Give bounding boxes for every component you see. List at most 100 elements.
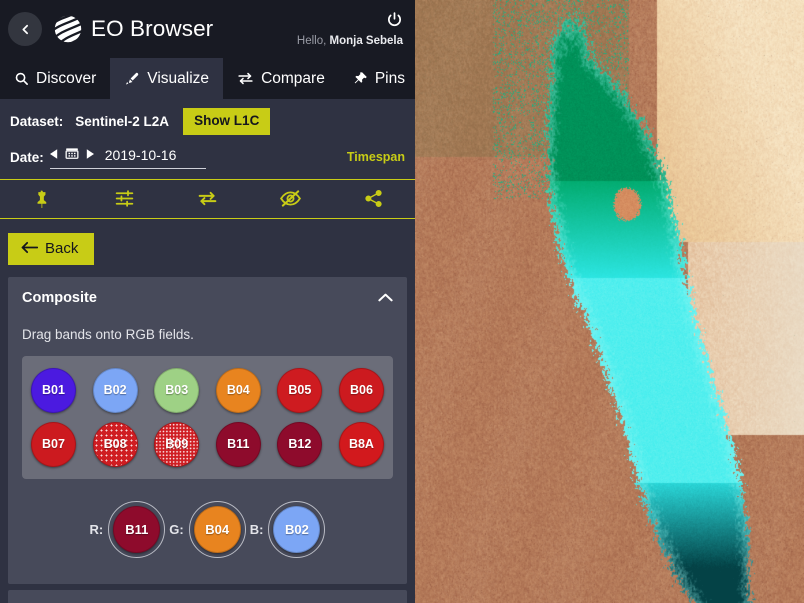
- band-tray: B01 B02 B03 B04 B05 B06 B07 B08 B09 B11 B12 B8A: [22, 355, 393, 479]
- rgb-group-g: G: B04: [169, 500, 246, 558]
- next-card[interactable]: [8, 589, 407, 603]
- toolbar-settings-button[interactable]: [83, 180, 166, 218]
- band-b01[interactable]: B01: [31, 367, 76, 413]
- band-row-1: B01 B02 B03 B04 B05 B06: [31, 367, 384, 413]
- greeting-text: Hello, Monja Sebela: [297, 35, 403, 47]
- band-row-2: B07 B08 B09 B11 B12 B8A: [31, 421, 384, 467]
- toolbar-share-button[interactable]: [332, 180, 415, 218]
- band-label: B11: [227, 437, 250, 452]
- date-value[interactable]: 2019-10-16: [101, 147, 207, 163]
- band-b09[interactable]: B09: [154, 421, 200, 467]
- panel-collapse-button[interactable]: [8, 12, 42, 46]
- toolbar-hide-layer-button[interactable]: [249, 180, 332, 218]
- rgb-slot-g[interactable]: B04: [188, 500, 246, 558]
- toolbar-compare-button[interactable]: [166, 180, 249, 218]
- assigned-band-b02[interactable]: B02: [273, 505, 321, 553]
- header-user-area: Hello, Monja Sebela: [297, 11, 405, 47]
- brush-icon: [124, 71, 140, 87]
- timespan-link[interactable]: Timespan: [347, 150, 405, 164]
- user-name: Monja Sebela: [329, 35, 404, 47]
- band-b03[interactable]: B03: [154, 367, 200, 413]
- band-b06[interactable]: B06: [338, 367, 384, 413]
- dataset-label: Dataset:: [10, 113, 64, 129]
- band-b08[interactable]: B08: [92, 421, 138, 467]
- main-tabs: Discover Visualize Compare Pins: [0, 58, 415, 99]
- band-b12[interactable]: B12: [277, 421, 323, 467]
- composite-card: Composite Drag bands onto RGB fields. B0…: [8, 276, 407, 584]
- eo-browser-app: EO Browser Hello, Monja Sebela Discover …: [0, 0, 804, 603]
- date-picker[interactable]: 2019-10-16: [49, 146, 207, 169]
- tab-discover-label: Discover: [36, 69, 97, 87]
- rgb-channel-label: B:: [249, 521, 264, 537]
- layer-toolbar: [0, 178, 415, 219]
- band-label: B8A: [348, 437, 374, 452]
- band-label: B06: [350, 383, 373, 398]
- assigned-band-label: B04: [205, 521, 230, 537]
- power-icon[interactable]: [386, 11, 403, 33]
- band-label: B05: [288, 383, 312, 398]
- band-b07[interactable]: B07: [31, 421, 76, 467]
- band-label: B01: [42, 383, 65, 398]
- rgb-group-b: B: B02: [249, 500, 326, 558]
- band-label: B02: [103, 383, 127, 398]
- left-panel: EO Browser Hello, Monja Sebela Discover …: [0, 0, 415, 603]
- tab-pins-label: Pins: [374, 69, 405, 87]
- rgb-slot-b[interactable]: B02: [268, 500, 326, 558]
- tab-visualize-label: Visualize: [147, 69, 210, 87]
- band-label: B03: [165, 383, 189, 398]
- dataset-name: Sentinel-2 L2A: [75, 113, 170, 129]
- band-label: B07: [42, 437, 65, 452]
- greeting-prefix: Hello,: [296, 35, 330, 47]
- tab-pins[interactable]: Pins: [339, 58, 415, 99]
- rgb-assignment-row: R: B11 G: B04 B: B02: [8, 479, 407, 584]
- eye-slash-icon: [279, 187, 302, 210]
- chevron-up-icon[interactable]: [378, 289, 393, 307]
- tab-compare-label: Compare: [261, 69, 325, 87]
- map-canvas[interactable]: [415, 0, 804, 603]
- chevron-left-icon: [19, 23, 32, 36]
- assigned-band-label: B02: [285, 521, 309, 537]
- dataset-row: Dataset: Sentinel-2 L2A Show L1C: [0, 99, 415, 142]
- composite-card-header[interactable]: Composite: [8, 277, 407, 318]
- rgb-channel-label: R:: [89, 521, 104, 537]
- triangle-right-icon[interactable]: [86, 149, 94, 162]
- band-b8a[interactable]: B8A: [338, 421, 384, 467]
- show-l1c-button[interactable]: Show L1C: [183, 108, 271, 135]
- date-row: Date: 2019-10-16 Timespan: [0, 142, 415, 179]
- rgb-channel-label: G:: [169, 521, 184, 537]
- band-label: B12: [288, 437, 312, 452]
- tab-visualize[interactable]: Visualize: [110, 58, 224, 99]
- toolbar-pin-button[interactable]: [0, 180, 83, 218]
- pin-icon: [353, 71, 368, 86]
- band-label: B09: [165, 437, 189, 452]
- composite-instruction: Drag bands onto RGB fields.: [22, 326, 194, 342]
- eo-globe-logo: [53, 14, 83, 44]
- assigned-band-b04[interactable]: B04: [193, 505, 241, 553]
- triangle-left-icon[interactable]: [49, 149, 58, 162]
- tab-discover[interactable]: Discover: [0, 58, 110, 99]
- tab-compare[interactable]: Compare: [223, 58, 339, 99]
- date-label: Date:: [10, 149, 44, 165]
- compare-icon: [237, 70, 254, 87]
- assigned-band-b11[interactable]: B11: [113, 505, 161, 553]
- pin-icon: [32, 189, 51, 209]
- app-title: EO Browser: [91, 16, 214, 41]
- back-button[interactable]: Back: [8, 232, 95, 265]
- assigned-band-label: B11: [125, 521, 149, 537]
- back-button-label: Back: [45, 240, 79, 258]
- panel-body: Back Composite Drag bands onto RGB field…: [0, 219, 415, 603]
- app-header: EO Browser Hello, Monja Sebela: [0, 0, 415, 58]
- search-icon: [14, 71, 29, 86]
- share-icon: [364, 189, 383, 208]
- rgb-slot-r[interactable]: B11: [108, 500, 166, 558]
- band-b04[interactable]: B04: [215, 367, 261, 413]
- band-b11[interactable]: B11: [215, 421, 261, 467]
- band-b02[interactable]: B02: [92, 367, 138, 413]
- composite-title: Composite: [22, 289, 97, 306]
- arrow-left-icon: [21, 241, 39, 257]
- compare-arrows-icon: [197, 188, 218, 209]
- calendar-icon[interactable]: [65, 146, 79, 165]
- band-b05[interactable]: B05: [277, 367, 323, 413]
- band-label: B08: [103, 437, 127, 452]
- satellite-false-color-map[interactable]: [415, 0, 804, 603]
